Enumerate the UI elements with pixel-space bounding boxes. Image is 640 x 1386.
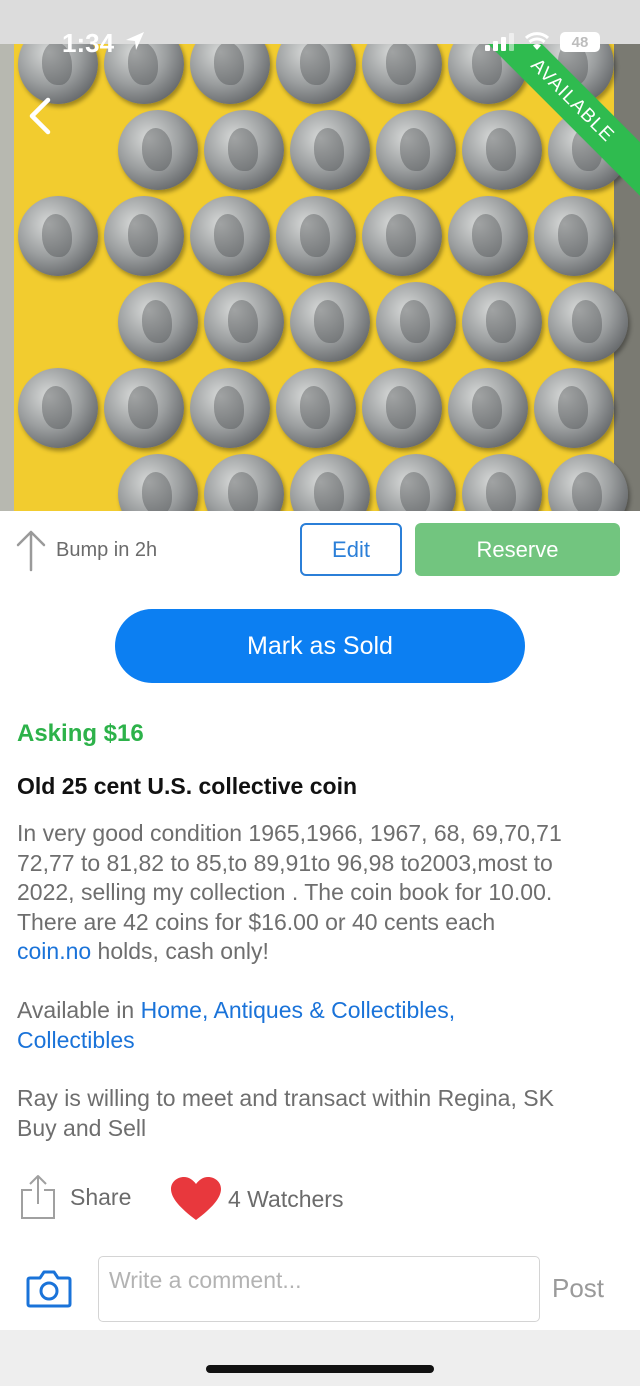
comment-input[interactable] <box>98 1256 540 1322</box>
coin-photo-element <box>276 44 356 104</box>
available-badge: AVAILABLE <box>466 44 640 207</box>
coin-photo-element <box>290 110 370 190</box>
coin-photo-element <box>462 454 542 511</box>
coin-photo-element <box>362 368 442 448</box>
status-time: 1:34 <box>62 28 115 58</box>
coin-photo-element <box>104 44 184 104</box>
cellular-signal-icon <box>485 33 514 51</box>
edit-button[interactable]: Edit <box>300 523 402 576</box>
bump-button[interactable]: Bump in 2h <box>14 528 157 572</box>
coin-photo-element <box>18 368 98 448</box>
coin-photo-element <box>448 368 528 448</box>
status-indicators: 48 <box>485 32 600 52</box>
coin-photo-element <box>118 454 198 511</box>
coin-photo-element <box>18 196 98 276</box>
description-line: There are 42 coins for $16.00 or 40 cent… <box>17 908 496 935</box>
asking-price: Asking $16 <box>17 720 144 747</box>
status-bar: 1:34 48 <box>0 0 640 58</box>
share-button[interactable]: Share <box>20 1174 131 1220</box>
coin-photo-element <box>204 282 284 362</box>
coin-photo-element <box>118 110 198 190</box>
category-link[interactable]: Collectibles <box>17 1027 135 1053</box>
description-line: In very good condition 1965,1966, 1967, … <box>17 820 562 846</box>
coin-photo-element <box>462 282 542 362</box>
coin-photo-element <box>362 44 442 104</box>
category-info: Available in Home, Antiques & Collectibl… <box>17 996 617 1055</box>
coin-photo-element <box>204 110 284 190</box>
coin-photo-element <box>534 368 614 448</box>
coin-photo-element <box>290 282 370 362</box>
home-indicator[interactable] <box>206 1365 434 1373</box>
location-arrow-icon <box>126 32 144 50</box>
description-line: coin.no holds, cash only! <box>17 937 627 967</box>
bump-label: Bump in 2h <box>56 538 158 561</box>
category-link[interactable]: Home, Antiques & Collectibles, <box>141 997 456 1023</box>
meet-location: Ray is willing to meet and transact with… <box>17 1084 627 1143</box>
meet-line: Buy and Sell <box>17 1114 147 1141</box>
camera-icon[interactable] <box>26 1268 72 1308</box>
wifi-icon <box>524 32 550 50</box>
description-line: 72,77 to 81,82 to 85,to 89,91to 96,98 to… <box>17 849 553 876</box>
coin-photo-element <box>362 196 442 276</box>
coin-photo-element <box>204 454 284 511</box>
coin-photo-element <box>276 368 356 448</box>
category-prefix: Available in <box>17 997 141 1023</box>
coin-photo-element <box>190 44 270 104</box>
coin-photo-element <box>104 196 184 276</box>
watchers-count: 4 Watchers <box>228 1185 344 1212</box>
watchers-button[interactable]: 4 Watchers <box>170 1176 343 1222</box>
battery-icon: 48 <box>560 32 600 52</box>
coin-photo-element <box>190 196 270 276</box>
coin-photo-element <box>118 282 198 362</box>
reserve-button[interactable]: Reserve <box>415 523 620 576</box>
listing-title: Old 25 cent U.S. collective coin <box>17 773 358 799</box>
coin-photo-element <box>548 282 628 362</box>
description-tail: holds, cash only! <box>91 938 269 964</box>
arrow-up-icon <box>16 530 46 572</box>
listing-description: In very good condition 1965,1966, 1967, … <box>17 819 627 967</box>
share-icon <box>21 1175 55 1219</box>
coin-photo-element <box>190 368 270 448</box>
back-chevron-icon[interactable] <box>22 96 58 136</box>
coin-photo-element <box>104 368 184 448</box>
bottom-safe-area <box>0 1330 640 1386</box>
coin-photo-element <box>376 110 456 190</box>
coin-photo-element <box>376 454 456 511</box>
mark-as-sold-button[interactable]: Mark as Sold <box>115 609 525 683</box>
description-link[interactable]: coin.no <box>17 938 91 964</box>
coin-photo-element <box>376 282 456 362</box>
available-ribbon: AVAILABLE <box>460 44 640 224</box>
coin-photo-element <box>290 454 370 511</box>
photo-edge <box>0 44 14 511</box>
coin-photo-element <box>276 196 356 276</box>
heart-icon <box>171 1177 221 1220</box>
meet-line: Ray is willing to meet and transact with… <box>17 1085 554 1111</box>
share-label: Share <box>70 1183 132 1210</box>
post-button[interactable]: Post <box>552 1273 604 1304</box>
description-line: 2022, selling my collection . The coin b… <box>17 879 553 905</box>
